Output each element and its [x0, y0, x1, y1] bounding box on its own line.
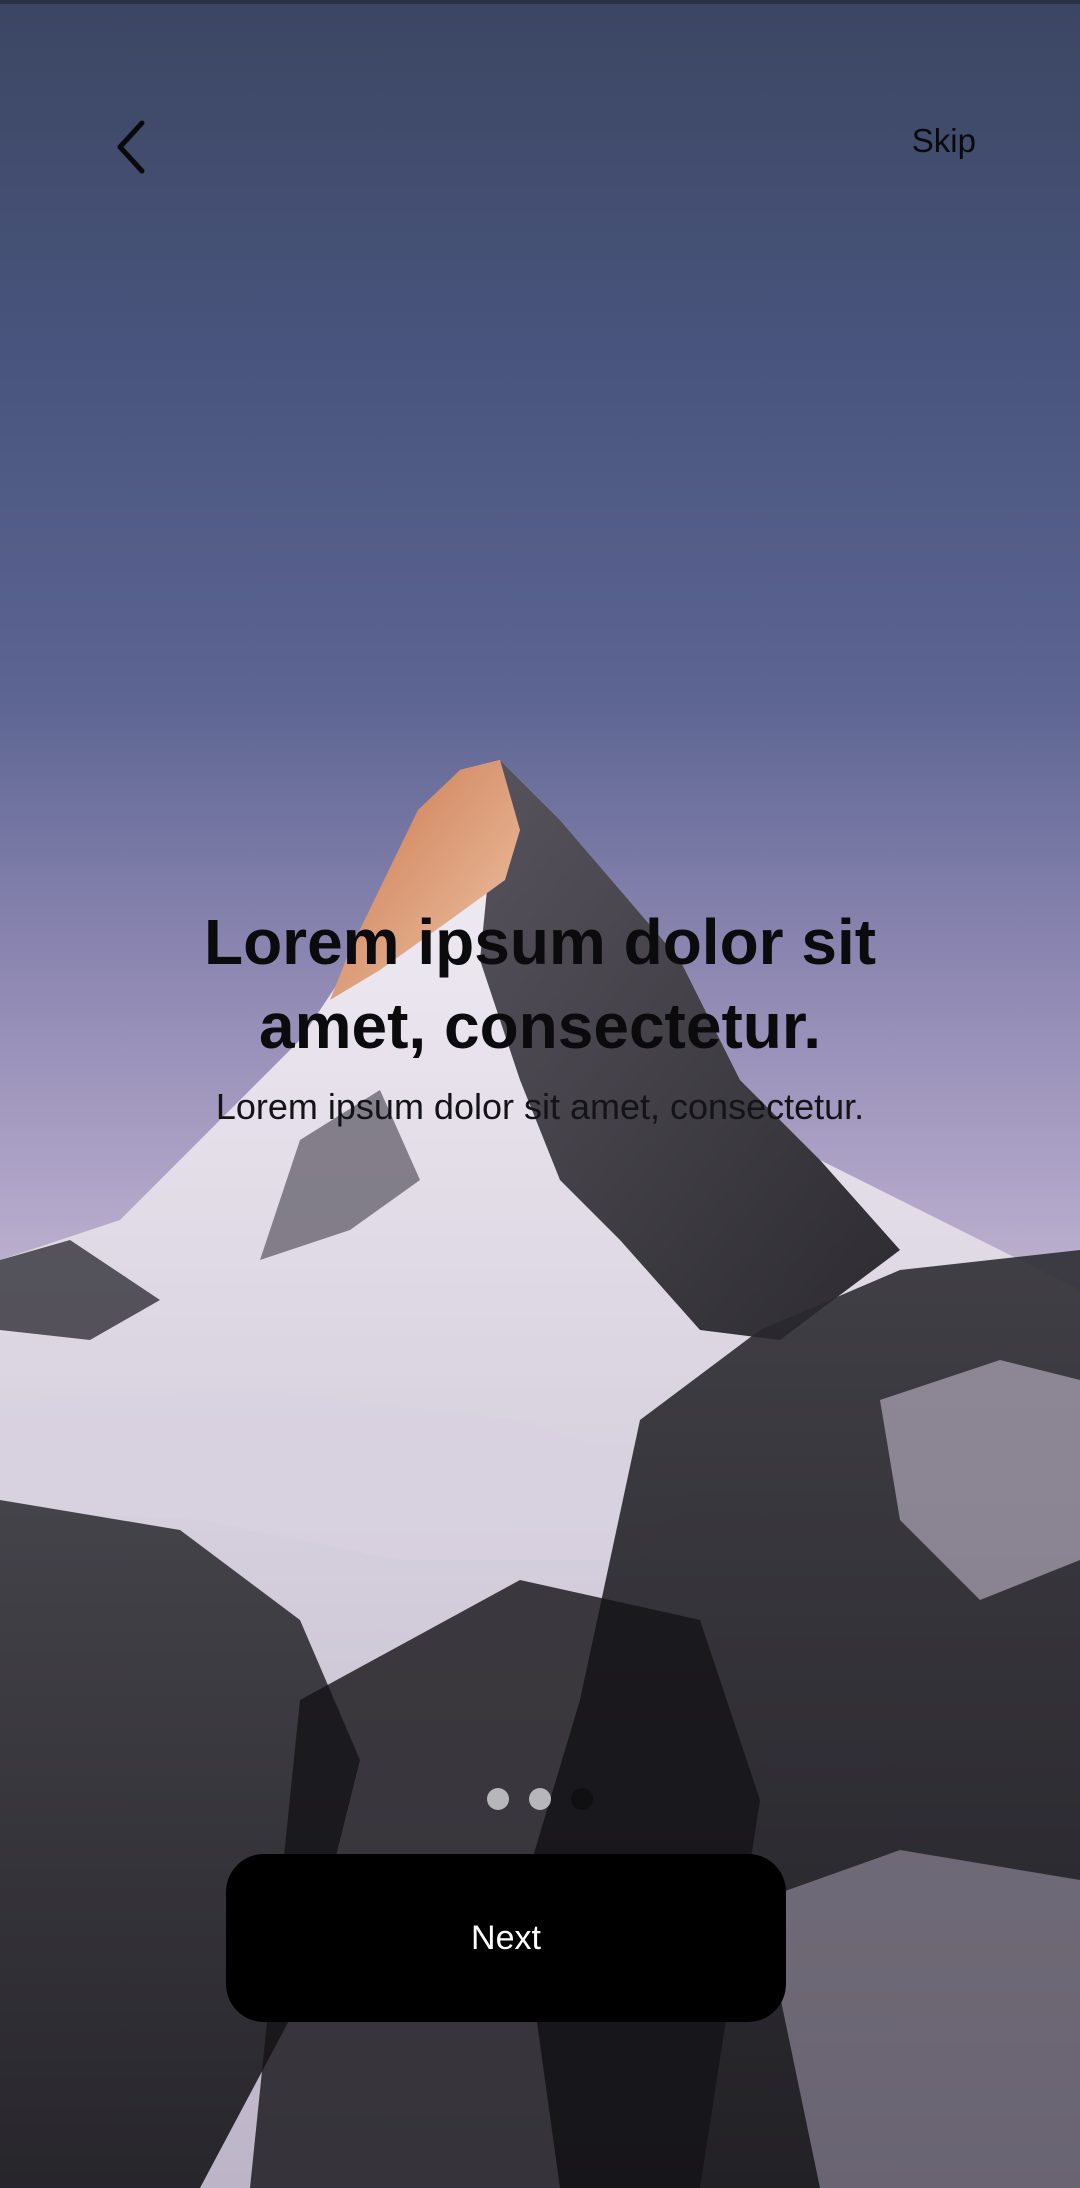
onboarding-subtitle: Lorem ipsum dolor sit amet, consectetur. [215, 1086, 865, 1127]
page-dot-2[interactable] [529, 1788, 551, 1810]
page-dot-1[interactable] [487, 1788, 509, 1810]
next-button[interactable]: Next [226, 1854, 786, 2022]
skip-button[interactable]: Skip [912, 122, 976, 160]
onboarding-screen: Skip Lorem ipsum dolor sit amet, consect… [0, 0, 1080, 2188]
onboarding-title: Lorem ipsum dolor sit amet, consectetur. [203, 906, 877, 1062]
page-dot-3[interactable] [571, 1788, 593, 1810]
back-button[interactable] [100, 112, 160, 182]
chevron-left-icon [117, 120, 145, 174]
page-indicator [0, 1788, 1080, 1810]
